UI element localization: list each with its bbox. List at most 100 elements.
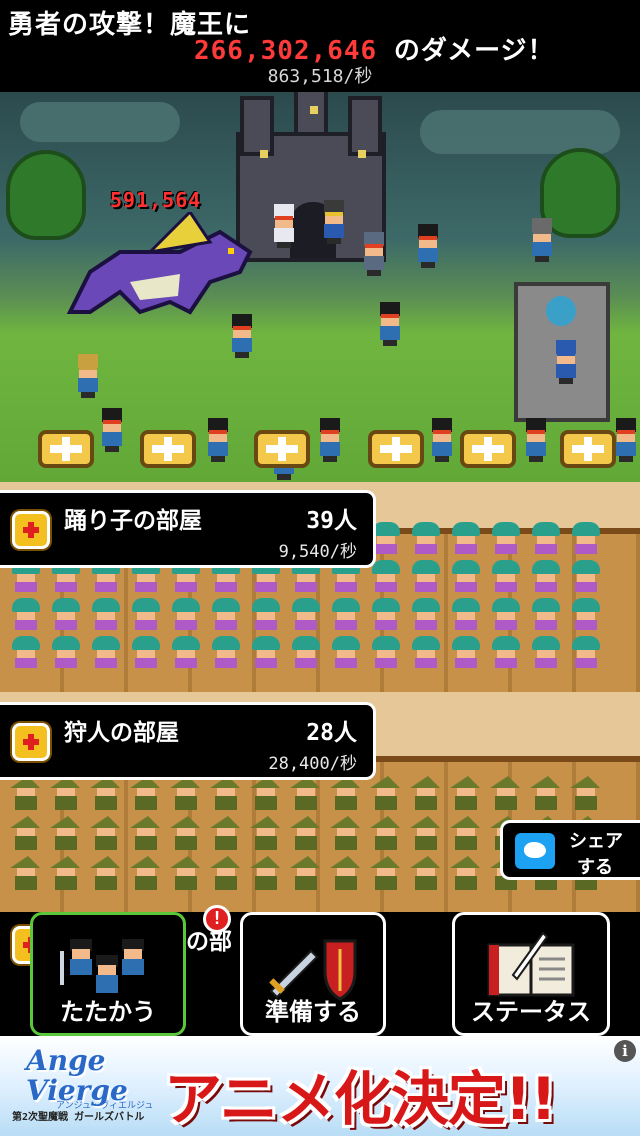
hunter-sprite	[450, 856, 482, 890]
dancer-sprite	[130, 636, 162, 668]
dancer-sprite	[370, 598, 402, 630]
gold-coin-icon[interactable]	[368, 430, 424, 468]
twitter-bird-icon	[515, 833, 555, 869]
priest-unit	[552, 340, 580, 384]
hunter-sprite	[330, 816, 362, 850]
dancer-sprite	[410, 598, 442, 630]
room-count: 28人	[306, 720, 357, 746]
dancer-sprite	[450, 522, 482, 554]
dancer-sprite	[10, 598, 42, 630]
add-dancer-icon[interactable]	[12, 511, 50, 549]
mage-unit	[320, 200, 348, 244]
status-tab[interactable]: ステータス	[452, 912, 610, 1036]
damage-popup: 591,564	[110, 188, 202, 212]
gold-coin-icon[interactable]	[38, 430, 94, 468]
gold-coin-icon[interactable]	[140, 430, 196, 468]
dancer-sprite	[490, 560, 522, 592]
dancer-sprite	[410, 522, 442, 554]
dancer-sprite	[130, 598, 162, 630]
dancer-sprite	[370, 636, 402, 668]
dancer-sprite	[490, 636, 522, 668]
hunter-sprite	[450, 816, 482, 850]
hunter-sprite	[410, 776, 442, 810]
room-panel-hunter[interactable]: 狩人の部屋 28人 28,400/秒	[0, 702, 376, 780]
dancer-sprite	[90, 598, 122, 630]
ad-banner[interactable]: Ange Vierge アンジュ・ヴィエルジュ 第2次聖魔戦 ガールズバトル ア…	[0, 1036, 640, 1136]
cloud	[20, 102, 180, 142]
hunter-sprite	[210, 856, 242, 890]
hunter-sprite	[530, 776, 562, 810]
dancer-sprite	[250, 636, 282, 668]
hero-unit	[228, 314, 256, 358]
hunter-sprite	[250, 816, 282, 850]
hunter-sprite	[330, 856, 362, 890]
hunter-sprite	[10, 776, 42, 810]
gold-coin-icon[interactable]	[560, 430, 616, 468]
hunter-sprite	[50, 776, 82, 810]
hunter-sprite	[490, 776, 522, 810]
hunter-sprite	[130, 816, 162, 850]
room-panel-dancer[interactable]: 踊り子の部屋 39人 9,540/秒	[0, 490, 376, 568]
dancer-sprite	[410, 636, 442, 668]
dancer-sprite	[50, 636, 82, 668]
fight-tab-label: たたかう	[60, 998, 156, 1026]
book-quill-icon	[487, 931, 575, 997]
dancer-sprite	[210, 598, 242, 630]
gold-coin-icon[interactable]	[254, 430, 310, 468]
battle-message-bar: 勇者の攻撃！魔王に 266,302,646 のダメージ！ 863,518/秒	[0, 0, 640, 92]
room-name: 踊り子の部屋	[64, 508, 202, 534]
dancer-sprite	[50, 598, 82, 630]
room-rate: 28,400/秒	[268, 754, 357, 774]
dancer-sprite	[370, 560, 402, 592]
sword-shield-icon	[269, 939, 357, 1001]
hunter-sprite	[250, 856, 282, 890]
hunter-sprite	[90, 816, 122, 850]
dancer-sprite	[330, 598, 362, 630]
room-rate: 9,540/秒	[278, 542, 357, 562]
hunter-sprite	[370, 816, 402, 850]
dancer-sprite	[290, 636, 322, 668]
room-count: 39人	[306, 508, 357, 534]
hunter-sprite	[90, 776, 122, 810]
hunter-sprite	[210, 776, 242, 810]
hunter-sprite	[10, 816, 42, 850]
hunter-sprite	[90, 856, 122, 890]
hero-unit	[414, 224, 442, 268]
hunter-sprite	[570, 776, 602, 810]
alert-badge: !	[203, 905, 231, 933]
share-label: シェア	[569, 831, 623, 852]
dancer-sprite	[170, 598, 202, 630]
hunter-sprite	[290, 856, 322, 890]
hunter-sprite	[10, 856, 42, 890]
dancer-sprite	[170, 636, 202, 668]
hero-unit	[204, 418, 232, 462]
dancer-sprite	[10, 636, 42, 668]
hunter-sprite	[130, 856, 162, 890]
hero-unit	[428, 418, 456, 462]
dancer-room[interactable]: 踊り子の部屋 39人 9,540/秒	[0, 482, 640, 692]
ad-logo-title: Ange Vierge	[26, 1044, 128, 1107]
battle-field[interactable]: 591,564	[0, 92, 640, 482]
gold-coin-icon[interactable]	[460, 430, 516, 468]
wizard-unit	[74, 354, 102, 398]
hunter-sprite	[170, 816, 202, 850]
dancer-sprite	[530, 522, 562, 554]
status-tab-label: ステータス	[471, 998, 591, 1026]
cloud	[420, 110, 620, 154]
share-button[interactable]: シェア する	[500, 820, 640, 880]
dancer-sprite	[290, 598, 322, 630]
equip-tab[interactable]: 準備する	[240, 912, 386, 1036]
dancer-sprite	[210, 636, 242, 668]
dancer-sprite	[570, 636, 602, 668]
ad-headline: アニメ化決定!!	[164, 1065, 557, 1133]
hunter-sprite	[290, 776, 322, 810]
party-icon	[60, 939, 144, 993]
ad-info-icon[interactable]: i	[614, 1040, 636, 1062]
fight-tab[interactable]: たたかう !	[30, 905, 231, 1036]
knight-unit	[360, 232, 388, 276]
hero-unit	[376, 302, 404, 346]
hunter-sprite	[290, 816, 322, 850]
add-hunter-icon[interactable]	[12, 723, 50, 761]
priest-unit	[270, 204, 298, 248]
share-label: する	[577, 857, 613, 878]
